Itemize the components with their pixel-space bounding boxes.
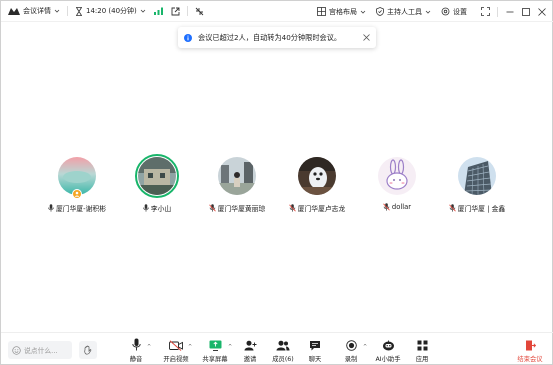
meeting-time: 14:20 (40分钟) bbox=[86, 7, 137, 15]
participant-tile[interactable]: 厦门华厦卢志龙 bbox=[279, 156, 355, 213]
ai-assistant-label: AI小助手 bbox=[375, 356, 401, 363]
start-video-label: 开启视频 bbox=[163, 356, 189, 363]
add-user-icon bbox=[244, 340, 256, 351]
minimize-icon[interactable] bbox=[502, 1, 518, 22]
record-button[interactable]: 录制 bbox=[335, 337, 367, 363]
end-meeting-label: 结束会议 bbox=[517, 356, 543, 363]
participant-name: 李小山 bbox=[150, 205, 172, 213]
chat-label: 聊天 bbox=[308, 356, 322, 363]
settings-button[interactable]: 设置 bbox=[441, 7, 467, 17]
mute-label: 静音 bbox=[129, 356, 143, 363]
chevron-down-icon[interactable] bbox=[54, 8, 60, 14]
apps-button[interactable]: 应用 bbox=[406, 337, 438, 363]
ai-assistant-button[interactable]: AI小助手 bbox=[372, 337, 404, 363]
grid-layout-icon bbox=[317, 7, 326, 16]
title-bar: 会议详情 14:20 (40分钟) 宫格布局 主持人工具 设置 bbox=[1, 1, 553, 22]
maximize-icon[interactable] bbox=[518, 1, 534, 22]
participant-name: 厦门华厦-谢积彬 bbox=[55, 205, 107, 213]
app-logo-icon bbox=[8, 7, 20, 15]
host-tools-chevron-icon bbox=[425, 10, 431, 14]
time-chevron-icon[interactable] bbox=[140, 8, 146, 14]
participant-tile[interactable]: 厦门华厦 | 金鑫 bbox=[439, 156, 515, 213]
mic-muted-icon bbox=[288, 204, 296, 212]
record-label: 录制 bbox=[344, 356, 358, 363]
layout-button[interactable]: 宫格布局 bbox=[317, 7, 366, 17]
gear-icon bbox=[441, 7, 450, 16]
host-tools-label: 主持人工具 bbox=[387, 7, 422, 16]
participant-name: 厦门华厦卢志龙 bbox=[297, 205, 346, 213]
notice-text: 会议已超过2人，自动转为40分钟限时会议。 bbox=[198, 32, 342, 42]
hourglass-icon bbox=[75, 6, 83, 16]
share-screen-label: 共享屏幕 bbox=[202, 356, 228, 363]
meeting-window: 会议详情 14:20 (40分钟) 宫格布局 主持人工具 设置 会议已超过2人，… bbox=[0, 0, 553, 365]
pinned-icon[interactable] bbox=[195, 7, 204, 16]
avatar bbox=[218, 157, 256, 195]
participant-tile[interactable]: dollar bbox=[359, 156, 435, 211]
participant-name: 厦门华厦黄丽琼 bbox=[217, 205, 266, 213]
mute-options-chevron-icon[interactable]: ^ bbox=[147, 344, 151, 350]
info-icon bbox=[184, 33, 192, 42]
host-tools-button[interactable]: 主持人工具 bbox=[376, 7, 431, 17]
members-icon bbox=[276, 340, 290, 351]
chat-button[interactable]: 聊天 bbox=[299, 337, 331, 363]
invite-button[interactable]: 邀请 bbox=[234, 337, 266, 363]
ai-assistant-icon bbox=[382, 340, 394, 351]
chat-placeholder: 说点什么... bbox=[24, 347, 58, 355]
mic-muted-icon bbox=[449, 204, 456, 212]
microphone-icon bbox=[48, 204, 54, 212]
external-link-icon[interactable] bbox=[171, 7, 180, 16]
microphone-icon bbox=[143, 204, 149, 212]
layout-label: 宫格布局 bbox=[329, 7, 357, 16]
exit-icon bbox=[525, 340, 536, 351]
participant-tile[interactable]: 厦门华厦-谢积彬 bbox=[39, 156, 115, 213]
shield-icon bbox=[376, 7, 384, 16]
apps-grid-icon bbox=[417, 340, 427, 351]
invite-label: 邀请 bbox=[243, 356, 257, 363]
video-off-icon bbox=[169, 340, 183, 351]
host-badge-icon bbox=[72, 189, 82, 199]
close-icon[interactable] bbox=[534, 1, 550, 22]
avatar bbox=[138, 157, 176, 195]
participant-name: 厦门华厦 | 金鑫 bbox=[457, 205, 506, 213]
apps-label: 应用 bbox=[415, 356, 429, 363]
mic-muted-icon bbox=[208, 204, 216, 212]
settings-label: 设置 bbox=[453, 7, 467, 16]
microphone-icon bbox=[131, 338, 141, 351]
meeting-details-link[interactable]: 会议详情 bbox=[23, 6, 51, 16]
time-limit-notice: 会议已超过2人，自动转为40分钟限时会议。 bbox=[178, 27, 376, 48]
share-screen-button[interactable]: 共享屏幕 bbox=[199, 337, 231, 363]
participant-name: dollar bbox=[391, 203, 412, 211]
avatar bbox=[378, 157, 416, 195]
mute-button[interactable]: 静音 bbox=[120, 337, 152, 363]
chat-input[interactable]: 说点什么... bbox=[8, 341, 72, 359]
participant-tile[interactable]: 李小山 bbox=[119, 154, 195, 213]
members-button[interactable]: 成员(6) bbox=[267, 337, 299, 363]
video-options-chevron-icon[interactable]: ^ bbox=[188, 344, 192, 350]
bottom-toolbar: 说点什么... 静音 ^ 开启视频 ^ 共享屏幕 ^ 邀请 成员(6) 聊天 录… bbox=[1, 332, 553, 365]
layout-chevron-icon bbox=[360, 10, 366, 14]
mic-muted-icon bbox=[383, 203, 390, 211]
record-options-chevron-icon[interactable]: ^ bbox=[363, 344, 367, 350]
avatar bbox=[458, 157, 496, 195]
avatar bbox=[298, 157, 336, 195]
emoji-icon[interactable] bbox=[12, 345, 21, 355]
chat-icon bbox=[310, 341, 320, 351]
raise-hand-icon bbox=[84, 345, 92, 355]
fullscreen-icon[interactable] bbox=[477, 1, 493, 22]
start-video-button[interactable]: 开启视频 bbox=[160, 337, 192, 363]
share-options-chevron-icon[interactable]: ^ bbox=[228, 344, 232, 350]
end-meeting-button[interactable]: 结束会议 bbox=[514, 337, 546, 363]
share-screen-icon bbox=[209, 340, 221, 351]
participant-tile[interactable]: 厦门华厦黄丽琼 bbox=[199, 156, 275, 213]
raise-hand-button[interactable] bbox=[79, 341, 97, 359]
signal-icon[interactable] bbox=[153, 7, 163, 15]
notice-close-icon[interactable] bbox=[363, 34, 370, 41]
record-icon bbox=[345, 340, 357, 351]
members-label: 成员(6) bbox=[272, 356, 294, 363]
